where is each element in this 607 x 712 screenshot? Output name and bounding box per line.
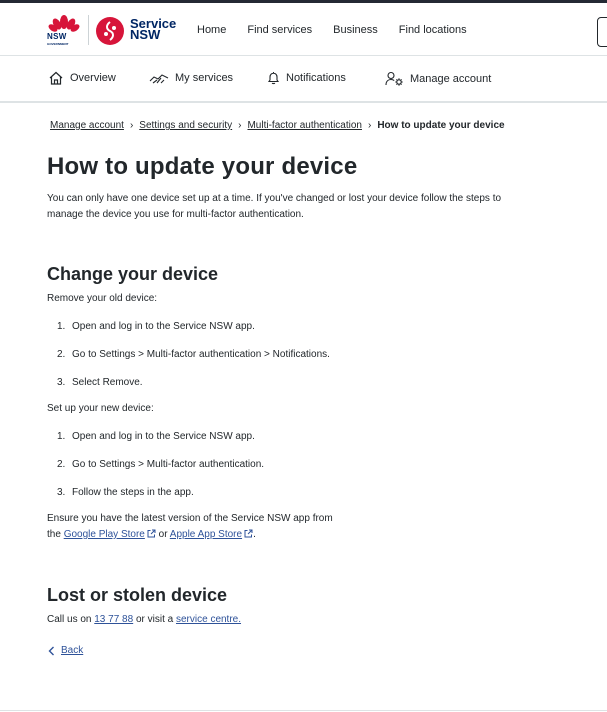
remove-old-device-label: Remove your old device:	[47, 293, 158, 304]
step-number: 2.	[57, 459, 66, 470]
list-item: 3. Select Remove.	[57, 377, 143, 388]
chevron-left-icon	[48, 646, 54, 655]
service-nsw-logo-icon[interactable]	[95, 16, 125, 46]
phone-link[interactable]: 13 77 88	[94, 614, 133, 625]
breadcrumb-separator: ›	[238, 120, 242, 131]
ensure-latest-version: Ensure you have the latest version of th…	[47, 511, 333, 543]
breadcrumb-mfa[interactable]: Multi-factor authentication	[247, 120, 362, 131]
google-play-store-link[interactable]: Google Play Store	[64, 529, 145, 540]
nav-find-services[interactable]: Find services	[247, 24, 312, 36]
subnav-manage-account-label: Manage account	[410, 72, 492, 85]
subnav-overview[interactable]: Overview	[48, 71, 116, 85]
list-item: 1. Open and log in to the Service NSW app…	[57, 321, 255, 332]
footer-divider	[0, 710, 607, 711]
page-title: How to update your device	[47, 153, 358, 180]
list-item: 1. Open and log in to the Service NSW app…	[57, 431, 255, 442]
lost-device-heading: Lost or stolen device	[47, 585, 228, 605]
visit-text: or visit a	[135, 614, 174, 625]
subnav-manage-account[interactable]: Manage account	[385, 71, 491, 86]
breadcrumb-separator: ›	[129, 120, 134, 131]
subnav-my-services-label: My services	[175, 72, 234, 84]
nav-business[interactable]: Business	[333, 24, 378, 36]
change-device-heading: Change your device	[47, 264, 219, 284]
step-number: 1.	[57, 431, 66, 442]
breadcrumb-settings-security[interactable]: Settings and security	[139, 120, 232, 131]
user-settings-icon	[385, 71, 403, 86]
subnav-notifications[interactable]: Notifications	[267, 71, 346, 85]
step-text: Go to Settings > Multi-factor authentica…	[72, 349, 330, 360]
ensure-line1: Ensure you have the latest version of th…	[47, 513, 333, 524]
ensure-period: .	[253, 529, 256, 540]
breadcrumb-separator: ›	[367, 120, 372, 131]
call-prefix: Call us on	[47, 614, 92, 625]
step-number: 3.	[57, 487, 66, 498]
subnav-overview-label: Overview	[70, 72, 116, 84]
page-intro: You can only have one device set up at a…	[47, 193, 502, 220]
list-item: 3. Follow the steps in the app.	[57, 487, 194, 498]
site-header: NSW GOVERNMENT Service NSW Home Find ser…	[0, 3, 607, 56]
step-text: Select Remove.	[72, 377, 143, 388]
main-nav: Home Find services Business Find locatio…	[197, 24, 488, 36]
step-text: Go to Settings > Multi-factor authentica…	[72, 459, 265, 470]
subnav-notifications-label: Notifications	[286, 72, 346, 84]
nsw-gov-wordmark: NSW	[47, 32, 67, 41]
header-action-button[interactable]	[597, 17, 607, 47]
back-link-wrapper[interactable]: Back	[48, 645, 83, 656]
service-nsw-wordmark[interactable]: Service NSW	[130, 17, 176, 41]
step-text: Follow the steps in the app.	[72, 487, 194, 498]
handshake-icon	[149, 74, 169, 84]
step-text: Open and log in to the Service NSW app.	[72, 431, 255, 442]
external-link-icon	[244, 529, 253, 538]
list-item: 2. Go to Settings > Multi-factor authenti…	[57, 459, 264, 470]
breadcrumb-manage-account[interactable]: Manage account	[50, 120, 124, 131]
setup-new-device-label: Set up your new device:	[47, 403, 154, 414]
step-number: 3.	[57, 377, 66, 388]
nav-find-locations[interactable]: Find locations	[399, 24, 467, 36]
ensure-the: the	[47, 529, 61, 540]
logo-divider	[88, 15, 89, 45]
subnav-my-services[interactable]: My services	[149, 71, 233, 85]
bell-icon	[267, 72, 280, 85]
nav-home[interactable]: Home	[197, 24, 226, 36]
external-link-icon	[147, 529, 156, 538]
step-text: Open and log in to the Service NSW app.	[72, 321, 255, 332]
step-number: 2.	[57, 349, 66, 360]
nsw-gov-subtitle: GOVERNMENT	[47, 42, 69, 46]
account-subnav: Overview My services Notifications Manag…	[0, 56, 607, 103]
service-centre-link[interactable]: service centre.	[176, 614, 241, 625]
apple-app-store-link[interactable]: Apple App Store	[170, 529, 242, 540]
back-link[interactable]: Back	[61, 645, 83, 656]
home-icon	[49, 71, 63, 85]
breadcrumb: Manage account › Settings and security ›…	[50, 120, 505, 131]
step-number: 1.	[57, 321, 66, 332]
breadcrumb-current: How to update your device	[377, 120, 505, 131]
list-item: 2. Go to Settings > Multi-factor authenti…	[57, 349, 330, 360]
lost-device-contact: Call us on 13 77 88 or visit a service c…	[47, 612, 241, 628]
ensure-or: or	[158, 529, 168, 540]
